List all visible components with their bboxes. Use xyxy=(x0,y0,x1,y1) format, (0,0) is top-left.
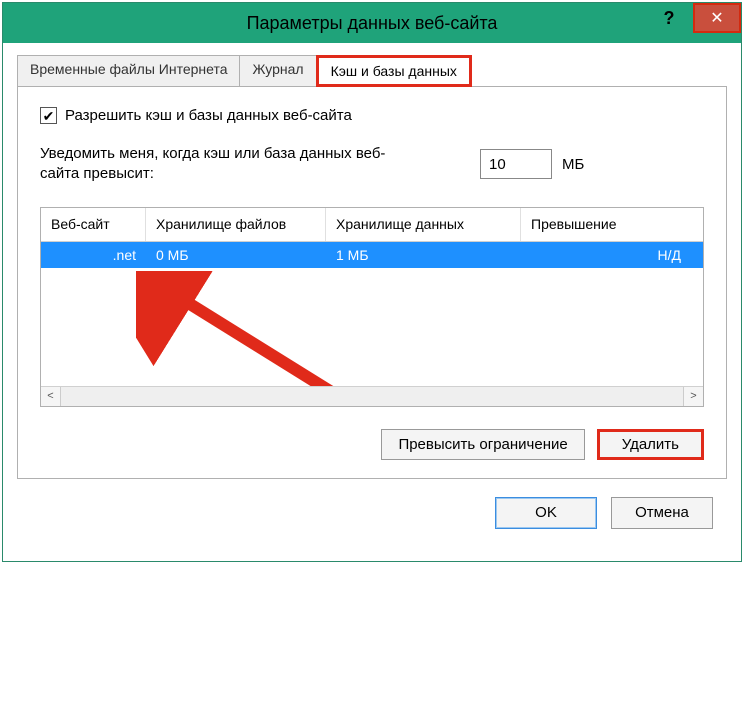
cancel-button[interactable]: Отмена xyxy=(611,497,713,529)
col-exceeded[interactable]: Превышение xyxy=(521,208,703,241)
tab-panel: ✔ Разрешить кэш и базы данных веб-сайта … xyxy=(17,86,727,479)
help-button[interactable]: ? xyxy=(645,3,693,33)
titlebar: Параметры данных веб-сайта ? ✕ xyxy=(3,3,741,43)
tab-strip: Временные файлы Интернета Журнал Кэш и б… xyxy=(17,55,727,87)
delete-button[interactable]: Удалить xyxy=(597,429,704,460)
ok-button[interactable]: OK xyxy=(495,497,597,529)
dialog-body: Временные файлы Интернета Журнал Кэш и б… xyxy=(3,43,741,561)
tab-temp-files[interactable]: Временные файлы Интернета xyxy=(17,55,240,87)
col-file-storage[interactable]: Хранилище файлов xyxy=(146,208,326,241)
scroll-right-icon[interactable]: > xyxy=(683,387,703,406)
dialog-window: Параметры данных веб-сайта ? ✕ Временные… xyxy=(2,2,742,562)
table-header: Веб-сайт Хранилище файлов Хранилище данн… xyxy=(41,208,703,242)
tab-history[interactable]: Журнал xyxy=(239,55,316,87)
exceed-limit-button[interactable]: Превысить ограничение xyxy=(381,429,584,460)
allow-cache-label: Разрешить кэш и базы данных веб-сайта xyxy=(65,107,352,124)
scroll-left-icon[interactable]: < xyxy=(41,387,61,406)
cell-data-storage: 1 МБ xyxy=(326,247,521,263)
panel-buttons: Превысить ограничение Удалить xyxy=(40,429,704,460)
allow-cache-row[interactable]: ✔ Разрешить кэш и базы данных веб-сайта xyxy=(40,107,704,124)
horizontal-scrollbar[interactable]: < > xyxy=(41,386,703,406)
cell-site: .net xyxy=(41,247,146,263)
close-button[interactable]: ✕ xyxy=(693,3,741,33)
cell-exceeded: Н/Д xyxy=(521,247,703,263)
col-website[interactable]: Веб-сайт xyxy=(41,208,146,241)
allow-cache-checkbox[interactable]: ✔ xyxy=(40,107,57,124)
col-data-storage[interactable]: Хранилище данных xyxy=(326,208,521,241)
window-title: Параметры данных веб-сайта xyxy=(3,13,741,34)
dialog-footer: OK Отмена xyxy=(17,479,727,549)
notify-unit: МБ xyxy=(562,156,584,173)
titlebar-controls: ? ✕ xyxy=(645,3,741,33)
table-row[interactable]: .net 0 МБ 1 МБ Н/Д xyxy=(41,242,703,268)
notify-row: Уведомить меня, когда кэш или база данны… xyxy=(40,144,704,185)
notify-threshold-input[interactable] xyxy=(480,149,552,179)
sites-table: Веб-сайт Хранилище файлов Хранилище данн… xyxy=(40,207,704,407)
notify-label: Уведомить меня, когда кэш или база данны… xyxy=(40,144,420,185)
tab-cache-db[interactable]: Кэш и базы данных xyxy=(316,55,472,87)
cell-file-storage: 0 МБ xyxy=(146,247,326,263)
